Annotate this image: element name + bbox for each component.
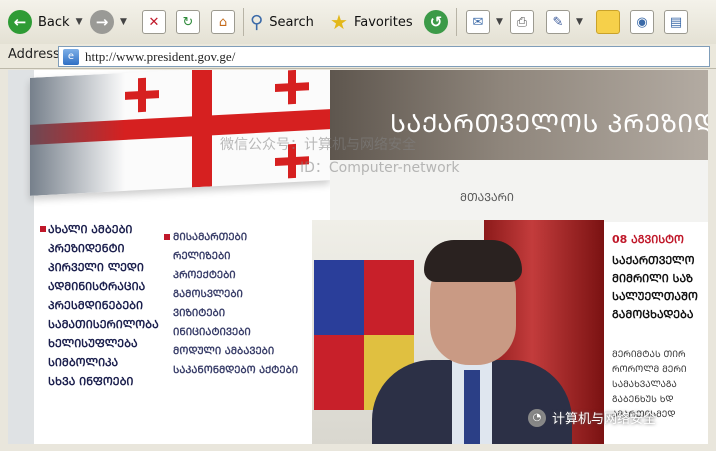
favorites-label: Favorites (353, 14, 413, 30)
nav-item[interactable]: ᲞᲠᲔᲡᲛᲓᲘᲜᲔᲑᲔᲑᲘ (48, 296, 168, 315)
search-icon: ⚲ (250, 11, 264, 33)
nav-item[interactable]: ᲡᲐᲙᲐᲜᲝᲜᲛᲓᲔᲑᲝ ᲐᲥᲢᲔᲑᲘ (173, 361, 323, 380)
watermark-badge: ◔ 计算机与网络安全 (528, 408, 656, 427)
mail-button[interactable]: ✉ ▼ (466, 8, 503, 36)
back-arrow-icon: ← (8, 10, 32, 34)
folder-icon (596, 10, 620, 34)
forward-button[interactable]: → ▼ (90, 8, 127, 36)
watermark-line: ID：Computer-network (300, 160, 460, 176)
nav-item[interactable]: ᲒᲐᲛᲝᲡᲕᲚᲔᲑᲘ (173, 285, 323, 304)
badge-text: 计算机与网络安全 (552, 412, 657, 427)
messenger-icon: ◉ (630, 10, 654, 34)
address-bar: Address e http://www.president.gov.ge/ (0, 44, 716, 69)
favorites-button[interactable]: ★ Favorites (330, 8, 413, 36)
folder-button[interactable] (596, 8, 620, 36)
printer-icon: ⎙ (510, 10, 534, 34)
history-button[interactable]: ↺ (424, 8, 448, 36)
edit-button[interactable]: ✎ ▼ (546, 8, 583, 36)
forward-arrow-icon: → (90, 10, 114, 34)
nav-item[interactable]: ᲡᲘᲛᲑᲝᲚᲘᲙᲐ (48, 353, 168, 372)
wechat-icon: ◔ (528, 408, 546, 427)
home-icon: ⌂ (211, 10, 235, 34)
back-label: Back (38, 14, 70, 30)
nav-item[interactable]: ᲡᲮᲕᲐ ᲘᲜᲤᲝᲔᲑᲘ (48, 372, 168, 391)
chevron-down-icon: ▼ (496, 17, 503, 27)
flag-cross (125, 77, 159, 113)
nav-item[interactable]: ᲕᲘᲖᲘᲢᲔᲑᲘ (173, 304, 323, 323)
research-icon: ▤ (664, 10, 688, 34)
nav-bullet (40, 226, 46, 232)
home-button[interactable]: ⌂ (211, 8, 235, 36)
nav-item[interactable]: ᲛᲘᲡᲐᲛᲐᲠᲗᲔᲑᲘ (173, 228, 323, 247)
search-label: Search (269, 14, 314, 30)
news-headline[interactable]: ᲡᲐᲥᲐᲠᲗᲕᲔᲚᲝ ᲛᲘᲛᲠᲘᲚᲘ ᲡᲐᲖ ᲡᲐᲚᲣᲔᲚᲗᲐᲨᲝ ᲒᲐᲛᲝᲪᲮ… (612, 252, 708, 324)
primary-nav: ᲐᲮᲐᲚᲘ ᲐᲛᲑᲔᲑᲘ ᲞᲠᲔᲖᲘᲓᲔᲜᲢᲘ ᲞᲘᲠᲕᲔᲚᲘ ᲚᲔᲓᲘ ᲐᲓᲛ… (48, 220, 168, 391)
nav-item[interactable]: ᲮᲔᲚᲘᲡᲣᲤᲚᲔᲑᲐ (48, 334, 168, 353)
nav-item[interactable]: ᲠᲔᲚᲘᲖᲔᲑᲘ (173, 247, 323, 266)
nav-item[interactable]: ᲡᲐᲛᲐᲗᲘᲡᲔᲠᲘᲚᲝᲑᲐ (48, 315, 168, 334)
nav-item[interactable]: ᲛᲝᲓᲣᲚᲘ ᲐᲛᲑᲐᲕᲔᲑᲘ (173, 342, 323, 361)
history-icon: ↺ (424, 10, 448, 34)
messenger-button[interactable]: ◉ (630, 8, 654, 36)
stop-button[interactable]: ✕ (142, 8, 166, 36)
watermark-text: 微信公众号：计算机与网络安全 ID：Computer-network (220, 134, 460, 180)
nav-item[interactable]: ᲞᲠᲔᲖᲘᲓᲔᲜᲢᲘ (48, 239, 168, 258)
star-icon: ★ (330, 10, 348, 34)
back-button[interactable]: ← Back ▼ (8, 8, 82, 36)
secondary-nav: ᲛᲘᲡᲐᲛᲐᲠᲗᲔᲑᲘ ᲠᲔᲚᲘᲖᲔᲑᲘ ᲞᲠᲝᲔᲥᲢᲔᲑᲘ ᲒᲐᲛᲝᲡᲕᲚᲔᲑ… (173, 228, 323, 380)
address-field[interactable]: e http://www.president.gov.ge/ (58, 46, 710, 67)
print-button[interactable]: ⎙ (510, 8, 534, 36)
nav-item[interactable]: ᲐᲮᲐᲚᲘ ᲐᲛᲑᲔᲑᲘ (48, 220, 168, 239)
nav-item[interactable]: ᲞᲘᲠᲕᲔᲚᲘ ᲚᲔᲓᲘ (48, 258, 168, 277)
mail-icon: ✉ (466, 10, 490, 34)
nav-item[interactable]: ᲞᲠᲝᲔᲥᲢᲔᲑᲘ (173, 266, 323, 285)
stop-icon: ✕ (142, 10, 166, 34)
flag-cross (275, 70, 309, 105)
edit-icon: ✎ (546, 10, 570, 34)
chevron-down-icon: ▼ (120, 17, 127, 27)
chevron-down-icon: ▼ (75, 17, 83, 27)
nav-bullet (164, 234, 170, 240)
address-value[interactable]: http://www.president.gov.ge/ (85, 49, 235, 65)
nav-item[interactable]: ᲐᲓᲛᲘᲜᲘᲡᲢᲠᲐᲪᲘᲐ (48, 277, 168, 296)
browser-toolbar: ← Back ▼ → ▼ ✕ ↻ ⌂ ⚲ Search ★ Favorites … (0, 0, 716, 45)
search-button[interactable]: ⚲ Search (250, 8, 314, 36)
research-button[interactable]: ▤ (664, 8, 688, 36)
refresh-button[interactable]: ↻ (176, 8, 200, 36)
news-date: 08 ᲐᲒᲕᲘᲡᲢᲝ (612, 233, 684, 246)
nav-item[interactable]: ᲘᲜᲘᲪᲘᲐᲢᲘᲕᲔᲑᲘ (173, 323, 323, 342)
refresh-icon: ↻ (176, 10, 200, 34)
watermark-line: 微信公众号：计算机与网络安全 (220, 137, 416, 153)
chevron-down-icon: ▼ (576, 17, 583, 27)
home-link[interactable]: ᲛᲗᲐᲕᲐᲠᲘ (460, 190, 514, 205)
address-label: Address (8, 47, 60, 62)
toolbar-divider (456, 8, 457, 36)
web-page: ᲡᲐᲥᲐᲠᲗᲕᲔᲚᲝᲡ ᲞᲠᲔᲖᲘᲓᲔᲜ ᲛᲗᲐᲕᲐᲠᲘ ᲐᲮᲐᲚᲘ ᲐᲛᲑᲔᲑ… (8, 70, 708, 444)
page-icon: e (63, 48, 79, 65)
toolbar-divider (243, 8, 244, 36)
